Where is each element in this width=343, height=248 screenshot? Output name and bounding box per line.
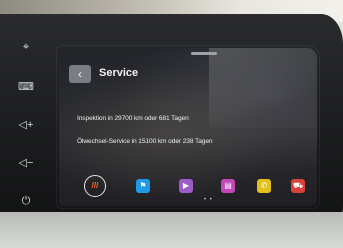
- app-dock: /// ⚑ ▶ ▤ ✆ ⛟ • •: [59, 172, 317, 206]
- page-indicator: • •: [204, 197, 213, 203]
- dock-media-button[interactable]: ▤: [221, 179, 235, 193]
- car-icon: ⛟: [292, 181, 304, 190]
- pull-down-handle[interactable]: [191, 52, 217, 55]
- home-button[interactable]: ///: [84, 175, 106, 197]
- back-button[interactable]: ‹: [69, 65, 91, 83]
- play-icon: ▶: [182, 181, 190, 190]
- page-title: Service: [99, 67, 139, 79]
- dock-car-button[interactable]: ⛟: [291, 179, 305, 193]
- photo-frame: ⌖ ⌨ ◁+ ◁− ⏻ ‹ Service Inspektion in 2970…: [0, 0, 343, 248]
- infotainment-screen: ‹ Service Inspektion in 29700 km oder 68…: [59, 48, 317, 206]
- inspection-info: Inspektion in 29700 km oder 681 Tagen: [77, 115, 189, 122]
- power-icon[interactable]: ⏻: [16, 194, 36, 208]
- media-icon: ▤: [224, 181, 232, 190]
- flag-icon: ⚑: [139, 181, 147, 190]
- chevron-left-icon: ‹: [78, 67, 82, 81]
- oil-service-info: Ölwechsel-Service in 15100 km oder 238 T…: [77, 138, 213, 145]
- side-controls: ⌖ ⌨ ◁+ ◁− ⏻: [0, 30, 62, 220]
- dock-play-button[interactable]: ▶: [179, 179, 193, 193]
- volume-down-icon[interactable]: ◁−: [16, 156, 36, 170]
- dock-phone-button[interactable]: ✆: [257, 179, 271, 193]
- phone-icon: ✆: [260, 181, 268, 190]
- dock-flag-button[interactable]: ⚑: [136, 179, 150, 193]
- keyboard-icon[interactable]: ⌨: [16, 80, 36, 94]
- volume-up-icon[interactable]: ◁+: [16, 118, 36, 132]
- screen-glare: [209, 48, 317, 128]
- navigation-icon[interactable]: ⌖: [16, 40, 36, 54]
